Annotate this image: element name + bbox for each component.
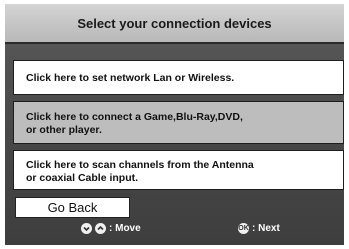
move-hint-label: : Move xyxy=(109,223,141,234)
option-text-line2: or other player. xyxy=(26,124,102,136)
option-text-line1: Click here to set network Lan or Wireles… xyxy=(26,72,235,84)
ok-button-icon: OK xyxy=(238,223,249,234)
next-hint: OK : Next xyxy=(238,223,280,234)
down-arrow-icon xyxy=(81,223,92,234)
page-title: Select your connection devices xyxy=(77,16,272,31)
option-text-line2: or coaxial Cable input. xyxy=(26,172,139,184)
move-hint: : Move xyxy=(81,223,141,234)
option-text-line1: Click here to scan channels from the Ant… xyxy=(26,159,254,171)
connection-setup-screen: Select your connection devices Click her… xyxy=(5,4,344,245)
header-bar: Select your connection devices xyxy=(5,4,344,44)
next-hint-label: : Next xyxy=(252,223,280,234)
up-arrow-icon xyxy=(95,223,106,234)
option-text-line1: Click here to connect a Game,Blu-Ray,DVD… xyxy=(26,111,243,123)
antenna-scan-option[interactable]: Click here to scan channels from the Ant… xyxy=(13,150,344,190)
go-back-button[interactable]: Go Back xyxy=(15,197,130,218)
player-device-option[interactable]: Click here to connect a Game,Blu-Ray,DVD… xyxy=(13,101,344,144)
network-option[interactable]: Click here to set network Lan or Wireles… xyxy=(13,60,344,95)
